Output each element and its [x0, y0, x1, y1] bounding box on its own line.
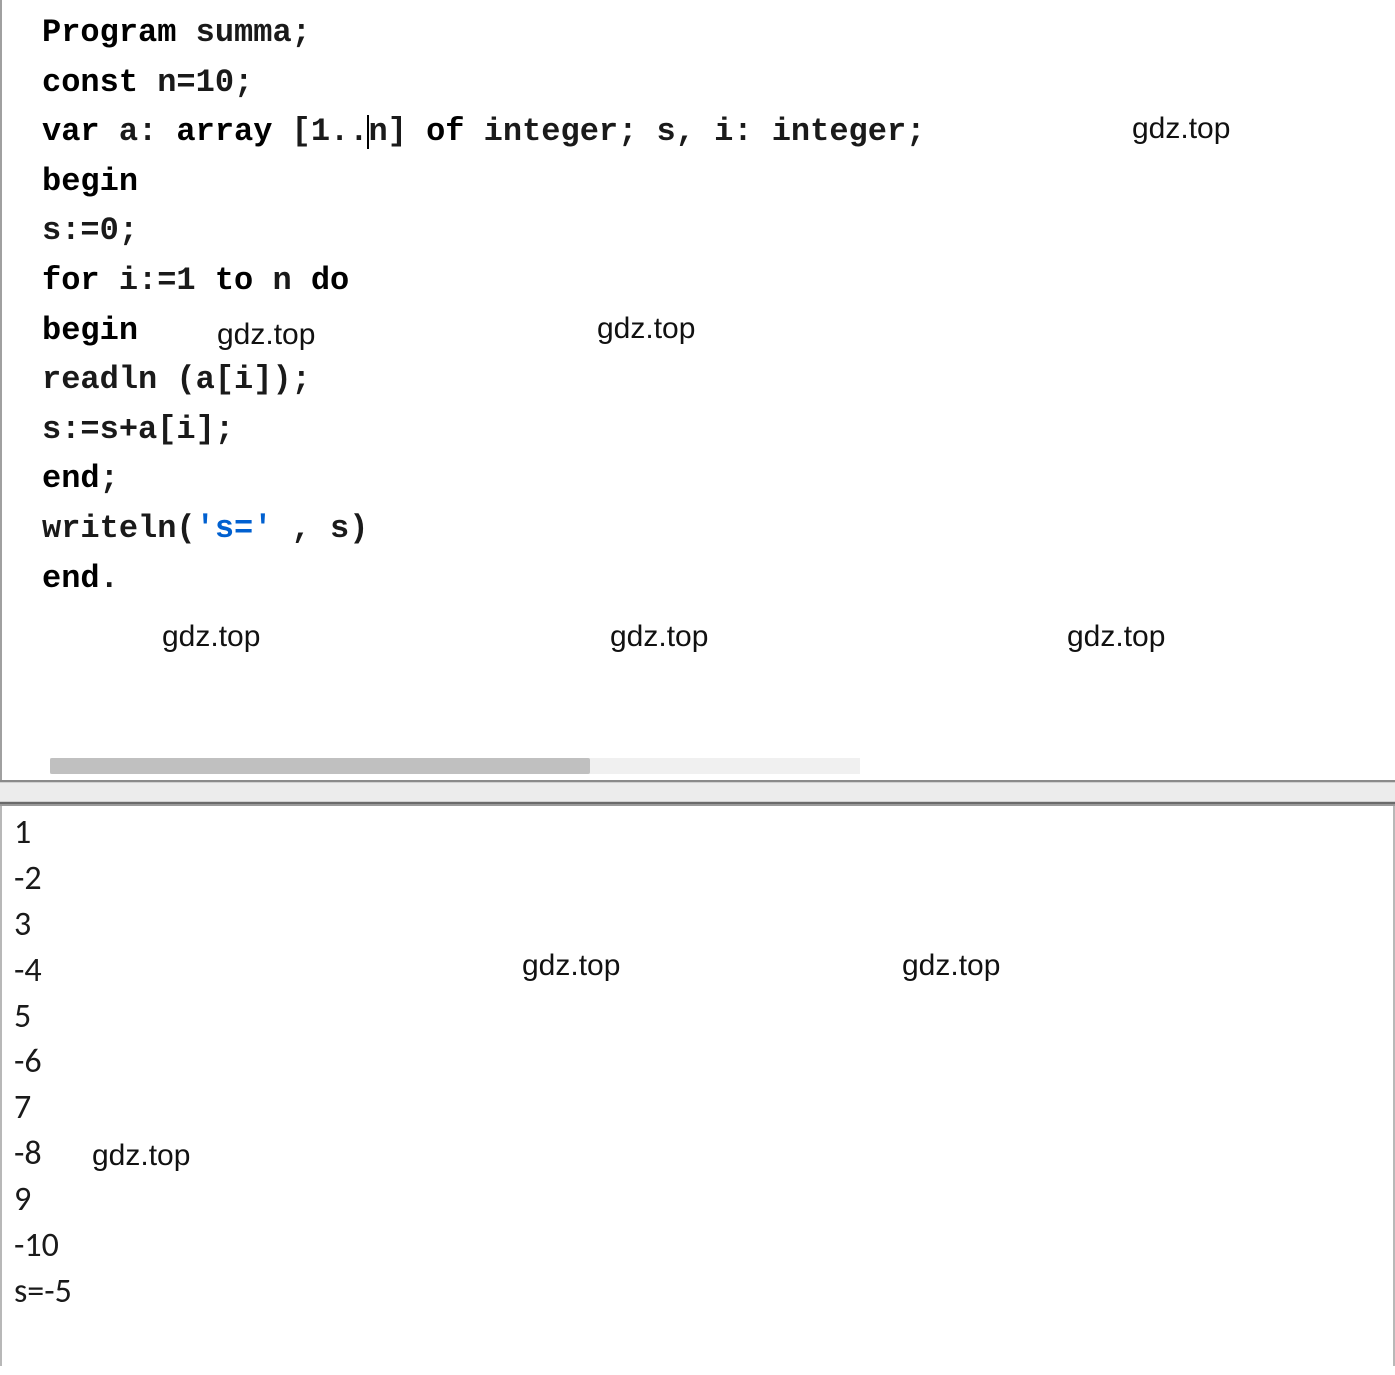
- watermark: gdz.top: [1067, 620, 1165, 654]
- horizontal-scrollbar[interactable]: [50, 758, 860, 774]
- output-line: 7: [14, 1085, 1393, 1131]
- code-line[interactable]: begin: [42, 306, 1395, 356]
- code-line[interactable]: readln (a[i]);: [42, 355, 1395, 405]
- code-text: i:=1: [100, 262, 215, 299]
- keyword: begin: [42, 163, 138, 200]
- output-line: -4: [14, 948, 1393, 994]
- keyword: const: [42, 64, 138, 101]
- keyword: do: [311, 262, 349, 299]
- code-line[interactable]: end.: [42, 554, 1395, 604]
- code-text: writeln(: [42, 510, 196, 547]
- code-line[interactable]: for i:=1 to n do: [42, 256, 1395, 306]
- code-text: s:=s+a[i];: [42, 411, 234, 448]
- code-text: n: [253, 262, 311, 299]
- code-text: integer; s, i: integer;: [464, 113, 925, 150]
- output-console-pane[interactable]: 1 -2 3 -4 5 -6 7 -8 9 -10 s=-5 gdz.top g…: [0, 806, 1395, 1366]
- code-text: s:=0;: [42, 212, 138, 249]
- code-text: a:: [100, 113, 177, 150]
- output-line: -2: [14, 856, 1393, 902]
- keyword: end: [42, 560, 100, 597]
- keyword: to: [215, 262, 253, 299]
- keyword: var: [42, 113, 100, 150]
- code-line[interactable]: begin: [42, 157, 1395, 207]
- code-line[interactable]: s:=s+a[i];: [42, 405, 1395, 455]
- watermark: gdz.top: [162, 620, 260, 654]
- code-text: readln (a[i]);: [42, 361, 311, 398]
- keyword: array: [176, 113, 272, 150]
- code-line[interactable]: const n=10;: [42, 58, 1395, 108]
- keyword: begin: [42, 312, 138, 349]
- code-text: summa;: [176, 14, 310, 51]
- code-text: .: [100, 560, 119, 597]
- output-line: s=-5: [14, 1269, 1393, 1315]
- output-line: 3: [14, 902, 1393, 948]
- code-line[interactable]: Program summa;: [42, 8, 1395, 58]
- code-text: n=10;: [138, 64, 253, 101]
- keyword: of: [426, 113, 464, 150]
- code-text: [1..: [272, 113, 368, 150]
- code-line[interactable]: end;: [42, 454, 1395, 504]
- code-line[interactable]: s:=0;: [42, 206, 1395, 256]
- output-line: -8: [14, 1131, 1393, 1177]
- output-line: 9: [14, 1177, 1393, 1223]
- scrollbar-thumb[interactable]: [50, 758, 590, 774]
- keyword: Program: [42, 14, 176, 51]
- code-editor-pane[interactable]: Program summa; const n=10; var a: array …: [0, 0, 1395, 780]
- text-cursor: [367, 115, 369, 149]
- output-line: 1: [14, 810, 1393, 856]
- watermark: gdz.top: [610, 620, 708, 654]
- pane-divider[interactable]: [0, 782, 1395, 802]
- keyword: for: [42, 262, 100, 299]
- output-line: -6: [14, 1039, 1393, 1085]
- output-line: -10: [14, 1223, 1393, 1269]
- code-text: ;: [100, 460, 119, 497]
- code-line[interactable]: writeln('s=' , s): [42, 504, 1395, 554]
- string-literal: 's=': [196, 510, 273, 547]
- code-text: , s): [272, 510, 368, 547]
- code-text: n]: [368, 113, 426, 150]
- output-line: 5: [14, 994, 1393, 1040]
- keyword: end: [42, 460, 100, 497]
- code-line[interactable]: var a: array [1..n] of integer; s, i: in…: [42, 107, 1395, 157]
